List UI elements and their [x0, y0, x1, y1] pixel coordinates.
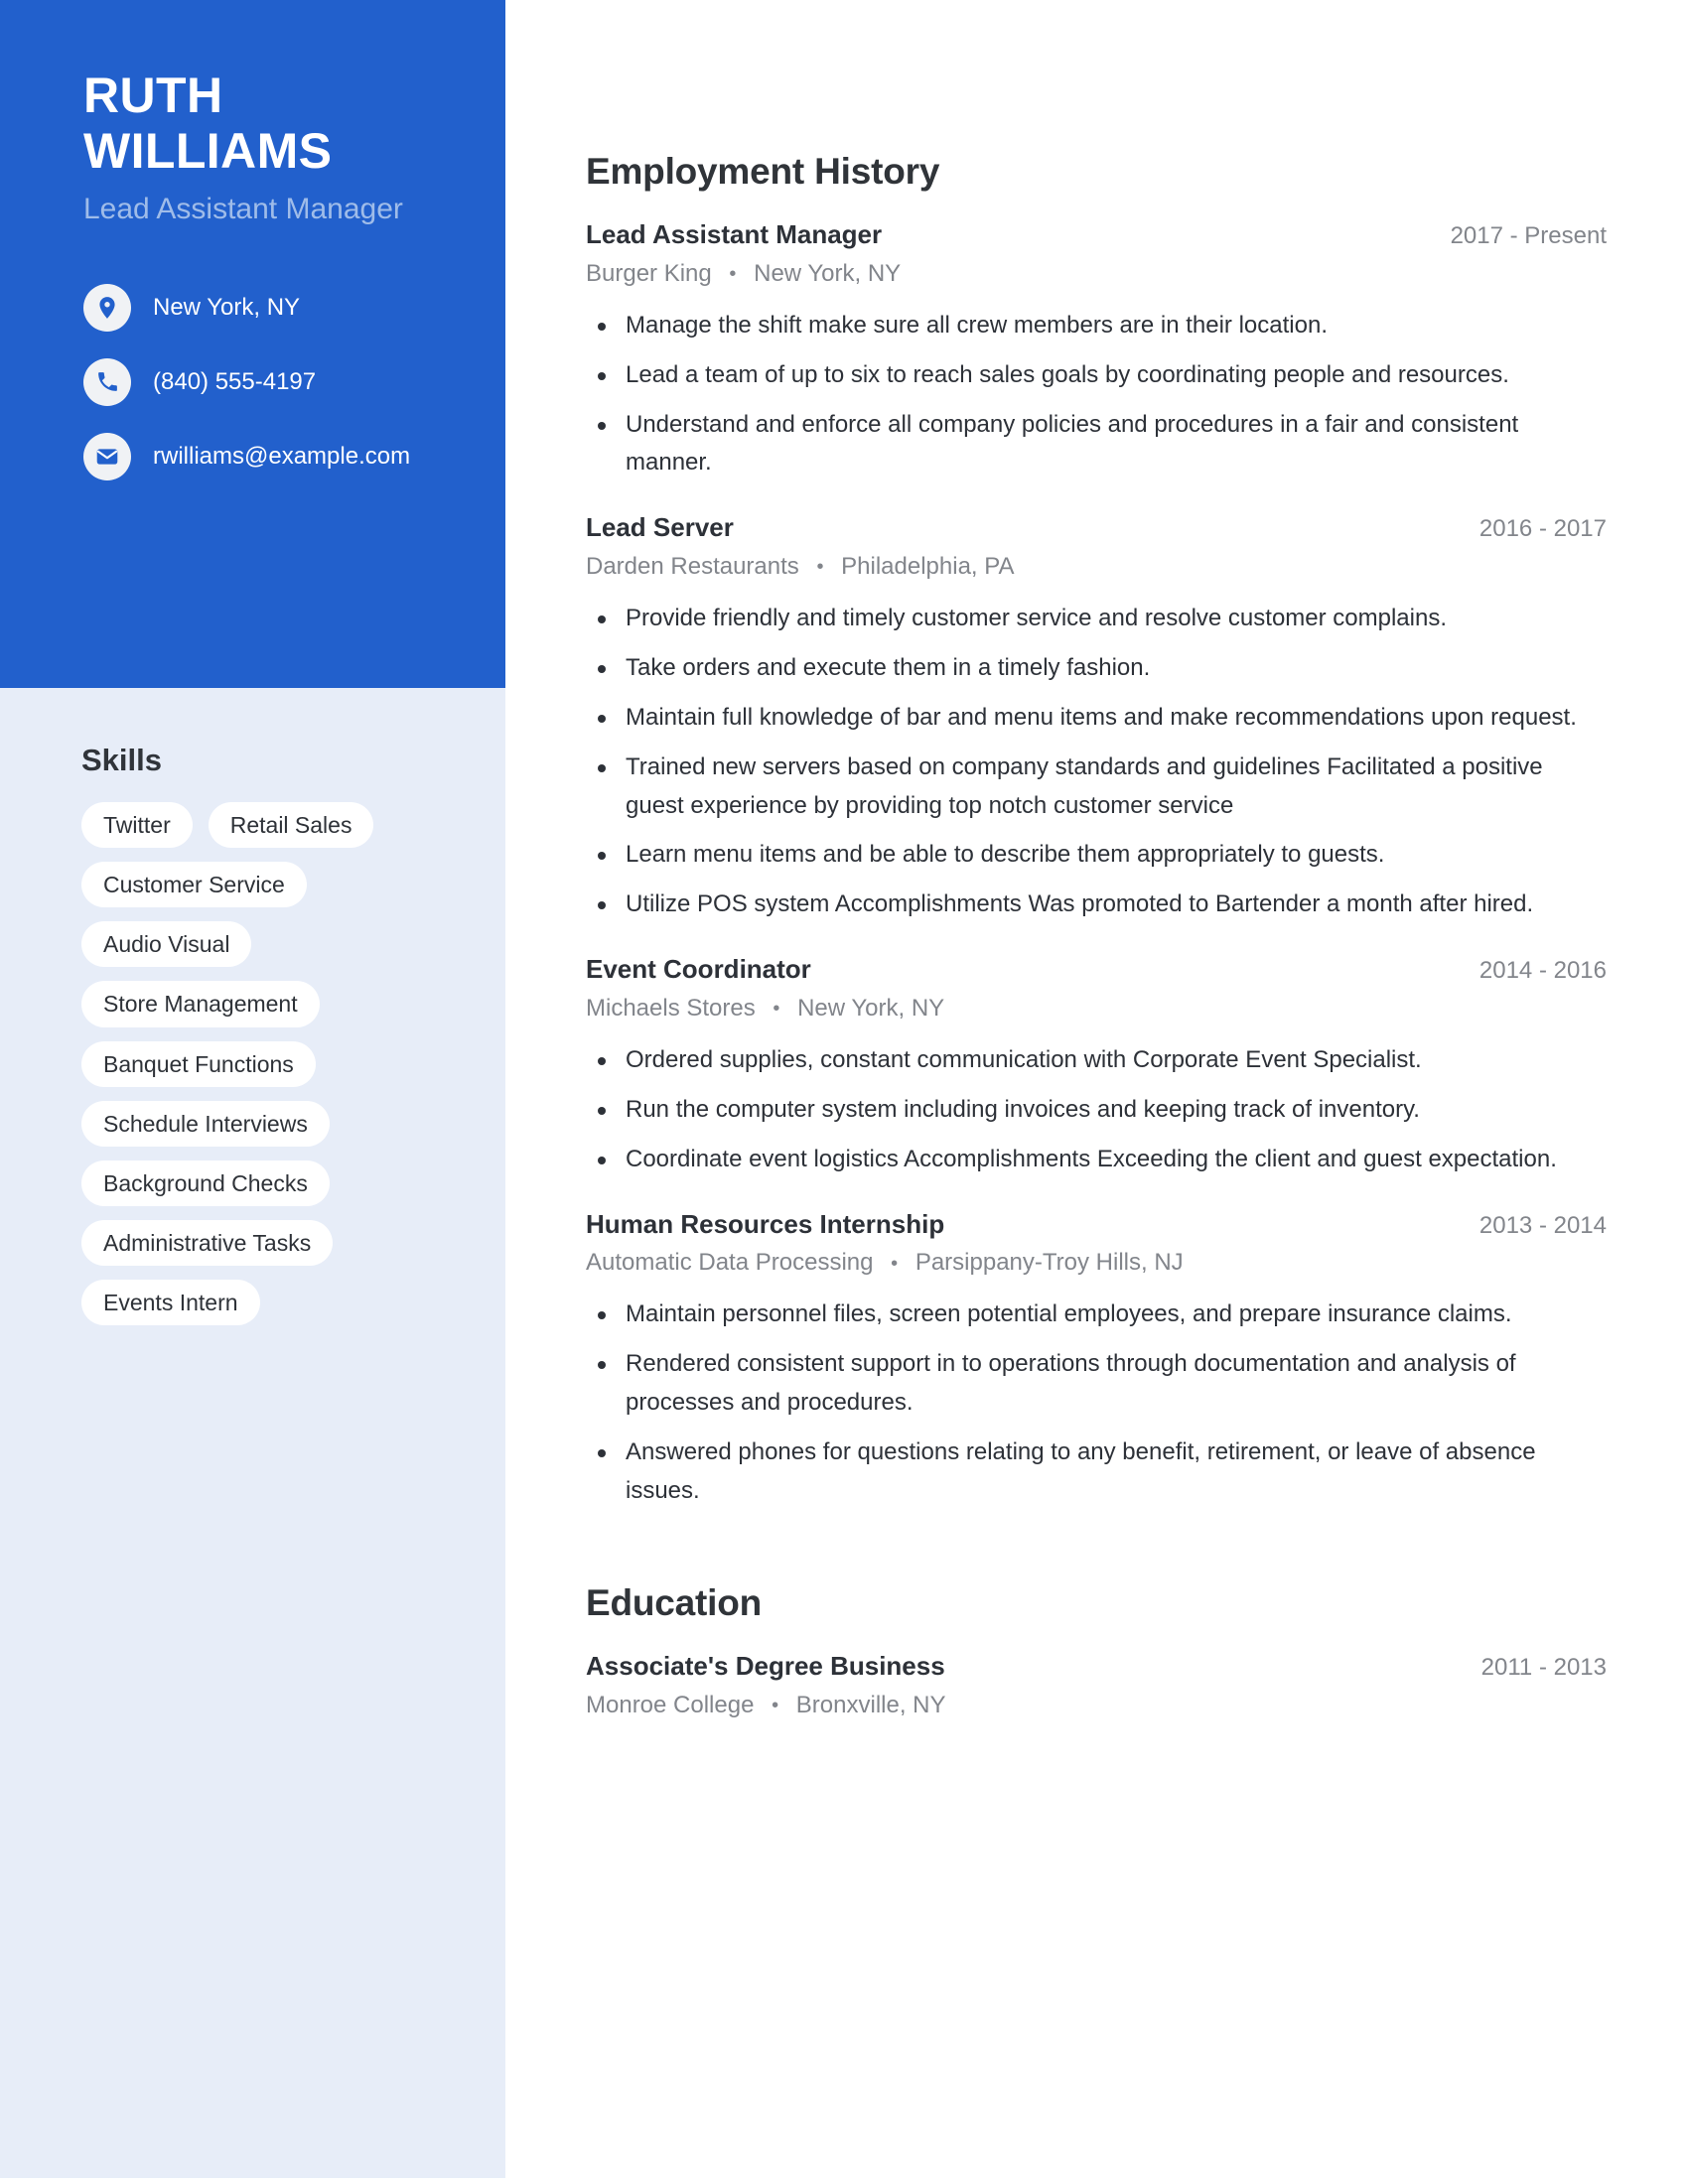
employment-entry-title: Human Resources Internship [586, 1208, 945, 1239]
education-entry-title: Associate's Degree Business [586, 1650, 945, 1681]
employment-entry-location: Philadelphia, PA [841, 553, 1015, 581]
bullet-item: Ordered supplies, constant communication… [586, 1041, 1579, 1080]
bullet-item: Maintain full knowledge of bar and menu … [586, 699, 1579, 738]
skill-pill: Background Checks [81, 1160, 330, 1206]
employment-entry-header: Lead Server 2016 - 2017 [586, 512, 1607, 544]
meta-separator-dot: • [891, 1252, 899, 1275]
skill-pill: Events Intern [81, 1280, 260, 1326]
bullet-item: Learn menu items and be able to describe… [586, 836, 1579, 875]
meta-separator-dot: • [772, 1694, 779, 1716]
candidate-job-title: Lead Assistant Manager [83, 193, 403, 225]
education-entry-meta: Monroe College • Bronxville, NY [586, 1691, 1607, 1720]
skills-list: Twitter Retail Sales Customer Service Au… [81, 802, 469, 1326]
contact-item-email[interactable]: rwilliams@example.com [83, 430, 448, 483]
skill-pill: Store Management [81, 981, 320, 1027]
bullet-item: Utilize POS system Accomplishments Was p… [586, 886, 1579, 924]
skill-pill: Retail Sales [208, 802, 374, 849]
employment-entry-bullets: Ordered supplies, constant communication… [586, 1041, 1607, 1179]
contact-item-location[interactable]: New York, NY [83, 281, 448, 335]
candidate-name: RUTH WILLIAMS [83, 68, 333, 179]
employment-history-section: Employment History Lead Assistant Manage… [586, 151, 1607, 1511]
bullet-item: Answered phones for questions relating t… [586, 1433, 1579, 1511]
bullet-item: Manage the shift make sure all crew memb… [586, 307, 1579, 345]
employment-entry-company: Michaels Stores [586, 995, 756, 1023]
employment-entry-bullets: Provide friendly and timely customer ser… [586, 600, 1607, 924]
employment-entry-location: New York, NY [754, 259, 902, 287]
employment-entry-meta: Michaels Stores • New York, NY [586, 994, 1607, 1024]
sidebar-header: RUTH WILLIAMS Lead Assistant Manager New… [0, 0, 505, 688]
meta-separator-dot: • [729, 262, 737, 285]
employment-entry: Event Coordinator 2014 - 2016 Michaels S… [586, 954, 1607, 1178]
education-section: Education Associate's Degree Business 20… [586, 1582, 1607, 1720]
meta-separator-dot: • [816, 556, 824, 579]
bullet-item: Take orders and execute them in a timely… [586, 649, 1579, 688]
employment-entry-header: Lead Assistant Manager 2017 - Present [586, 219, 1607, 251]
skills-heading: Skills [81, 743, 162, 777]
employment-entry-bullets: Maintain personnel files, screen potenti… [586, 1296, 1607, 1510]
bullet-item: Rendered consistent support in to operat… [586, 1345, 1579, 1423]
education-entry: Associate's Degree Business 2011 - 2013 … [586, 1651, 1607, 1720]
education-heading: Education [586, 1581, 763, 1623]
contact-item-phone[interactable]: (840) 555-4197 [83, 355, 448, 409]
bullet-item: Run the computer system including invoic… [586, 1091, 1579, 1130]
sidebar: RUTH WILLIAMS Lead Assistant Manager New… [0, 0, 505, 2178]
contact-phone-text: (840) 555-4197 [153, 367, 317, 395]
education-entry-header: Associate's Degree Business 2011 - 2013 [586, 1651, 1607, 1683]
employment-entry-meta: Burger King • New York, NY [586, 259, 1607, 289]
employment-entry-location: New York, NY [797, 995, 945, 1023]
bullet-item: Trained new servers based on company sta… [586, 749, 1579, 826]
employment-entry-dates: 2013 - 2014 [1478, 1211, 1607, 1239]
employment-entry-company: Automatic Data Processing [586, 1249, 874, 1277]
employment-entry-meta: Darden Restaurants • Philadelphia, PA [586, 552, 1607, 582]
employment-entry-meta: Automatic Data Processing • Parsippany-T… [586, 1248, 1607, 1278]
employment-entry: Lead Assistant Manager 2017 - Present Bu… [586, 219, 1607, 482]
envelope-icon [83, 432, 131, 480]
employment-entry-bullets: Manage the shift make sure all crew memb… [586, 307, 1607, 483]
bullet-item: Maintain personnel files, screen potenti… [586, 1296, 1579, 1334]
education-entry-school: Monroe College [586, 1691, 755, 1718]
employment-entry-title: Lead Server [586, 512, 734, 543]
skill-pill: Banquet Functions [81, 1040, 316, 1087]
employment-entry-location: Parsippany-Troy Hills, NJ [914, 1249, 1184, 1277]
meta-separator-dot: • [773, 998, 780, 1021]
employment-entry: Lead Server 2016 - 2017 Darden Restauran… [586, 512, 1607, 924]
skill-pill: Administrative Tasks [81, 1219, 334, 1267]
skill-pill: Twitter [81, 802, 193, 849]
employment-history-heading: Employment History [586, 151, 940, 192]
employment-entry-header: Event Coordinator 2014 - 2016 [586, 954, 1607, 986]
employment-entry-dates: 2017 - Present [1450, 222, 1607, 249]
employment-entry-company: Darden Restaurants [586, 553, 799, 581]
contact-email-text: rwilliams@example.com [153, 442, 411, 470]
education-entry-location: Bronxville, NY [795, 1691, 946, 1718]
skill-pill: Audio Visual [81, 921, 252, 968]
bullet-item: Coordinate event logistics Accomplishmen… [586, 1141, 1579, 1179]
phone-icon [83, 357, 131, 406]
employment-entry-title: Event Coordinator [586, 954, 811, 985]
resume-page: RUTH WILLIAMS Lead Assistant Manager New… [0, 0, 1688, 2184]
bullet-item: Provide friendly and timely customer ser… [586, 600, 1579, 638]
bullet-item: Lead a team of up to six to reach sales … [586, 356, 1579, 395]
main-content: Employment History Lead Assistant Manage… [505, 0, 1688, 2184]
skill-pill: Customer Service [81, 862, 307, 908]
employment-entry-dates: 2016 - 2017 [1478, 515, 1607, 543]
contact-list: New York, NY (840) 555-4197 rwilliams@ex… [83, 281, 448, 483]
employment-entry-dates: 2014 - 2016 [1478, 957, 1607, 985]
employment-entry-title: Lead Assistant Manager [586, 219, 883, 249]
bullet-item: Understand and enforce all company polic… [586, 406, 1579, 483]
skills-section: Skills Twitter Retail Sales Customer Ser… [0, 688, 505, 1326]
employment-entry-company: Burger King [586, 259, 712, 287]
employment-entry-header: Human Resources Internship 2013 - 2014 [586, 1209, 1607, 1241]
skill-pill: Schedule Interviews [81, 1100, 330, 1147]
employment-entry: Human Resources Internship 2013 - 2014 A… [586, 1209, 1607, 1511]
contact-location-text: New York, NY [153, 293, 301, 321]
location-pin-icon [83, 283, 131, 332]
education-entry-dates: 2011 - 2013 [1480, 1653, 1607, 1681]
